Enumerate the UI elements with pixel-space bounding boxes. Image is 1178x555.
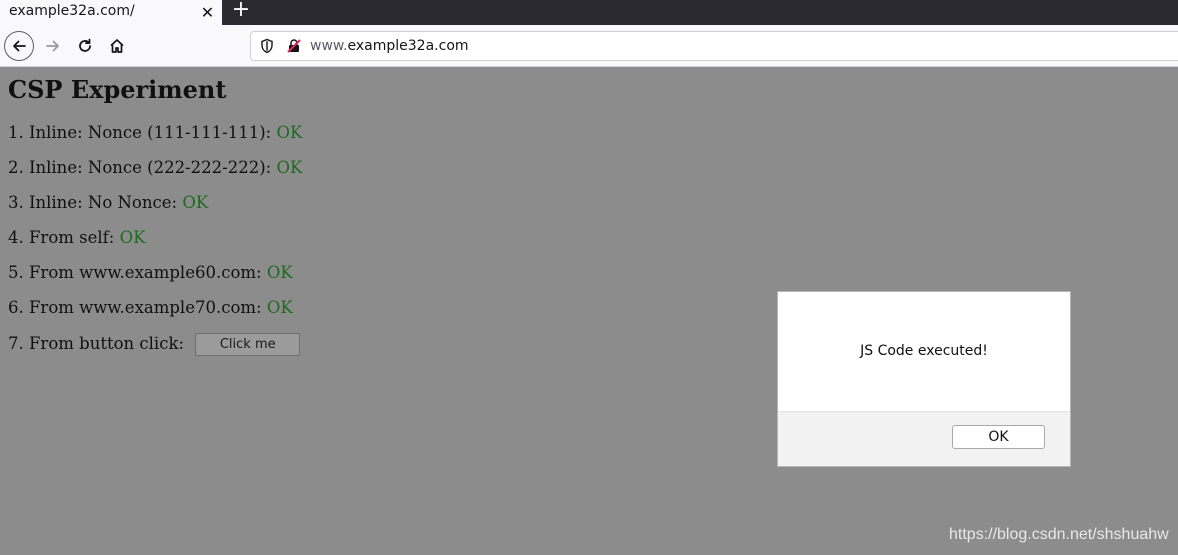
page-title: CSP Experiment — [8, 75, 227, 104]
navigation-toolbar: www.example32a.com — [0, 25, 1178, 67]
ok-button[interactable]: OK — [952, 425, 1045, 449]
alert-dialog: JS Code executed! OK — [777, 291, 1071, 467]
reload-icon[interactable] — [70, 31, 100, 61]
browser-tab[interactable]: example32a.com/ ✕ — [0, 0, 222, 25]
insecure-lock-icon[interactable] — [286, 38, 302, 54]
list-item: 6. From www.example70.com: OK — [8, 298, 293, 317]
back-arrow-icon[interactable] — [4, 31, 34, 61]
status-ok: OK — [266, 263, 293, 282]
list-item: 7. From button click: Click me — [8, 333, 301, 356]
shield-icon[interactable] — [259, 38, 275, 54]
tab-strip: example32a.com/ ✕ + — [0, 0, 1178, 25]
url-text[interactable]: www.example32a.com — [310, 38, 469, 54]
status-ok: OK — [276, 123, 303, 142]
url-prefix: www. — [310, 38, 348, 54]
status-ok: OK — [119, 228, 146, 247]
status-ok: OK — [276, 158, 303, 177]
status-ok: OK — [182, 193, 209, 212]
new-tab-icon[interactable]: + — [228, 0, 254, 22]
close-icon[interactable]: ✕ — [199, 4, 216, 21]
item-label: 5. From www.example60.com: — [8, 263, 267, 282]
forward-arrow-icon[interactable] — [38, 31, 68, 61]
url-domain: example32a.com — [347, 38, 469, 54]
watermark: https://blog.csdn.net/shshuahw — [949, 526, 1169, 543]
list-item: 1. Inline: Nonce (111-111-111): OK — [8, 123, 302, 142]
dialog-footer: OK — [778, 411, 1070, 466]
list-item: 4. From self: OK — [8, 228, 145, 247]
home-icon[interactable] — [102, 31, 132, 61]
dialog-message: JS Code executed! — [860, 343, 988, 359]
status-ok: OK — [266, 298, 293, 317]
list-item: 3. Inline: No Nonce: OK — [8, 193, 208, 212]
item-label: 2. Inline: Nonce (222-222-222): — [8, 158, 277, 177]
list-item: 5. From www.example60.com: OK — [8, 263, 293, 282]
url-bar[interactable]: www.example32a.com — [250, 31, 1178, 61]
tab-title: example32a.com/ — [9, 3, 135, 19]
item-label: 6. From www.example70.com: — [8, 298, 267, 317]
item-label: 3. Inline: No Nonce: — [8, 193, 183, 212]
item-label: 4. From self: — [8, 228, 120, 247]
item-label: 7. From button click: — [8, 334, 190, 353]
click-me-button[interactable]: Click me — [195, 333, 301, 356]
list-item: 2. Inline: Nonce (222-222-222): OK — [8, 158, 302, 177]
item-label: 1. Inline: Nonce (111-111-111): — [8, 123, 277, 142]
